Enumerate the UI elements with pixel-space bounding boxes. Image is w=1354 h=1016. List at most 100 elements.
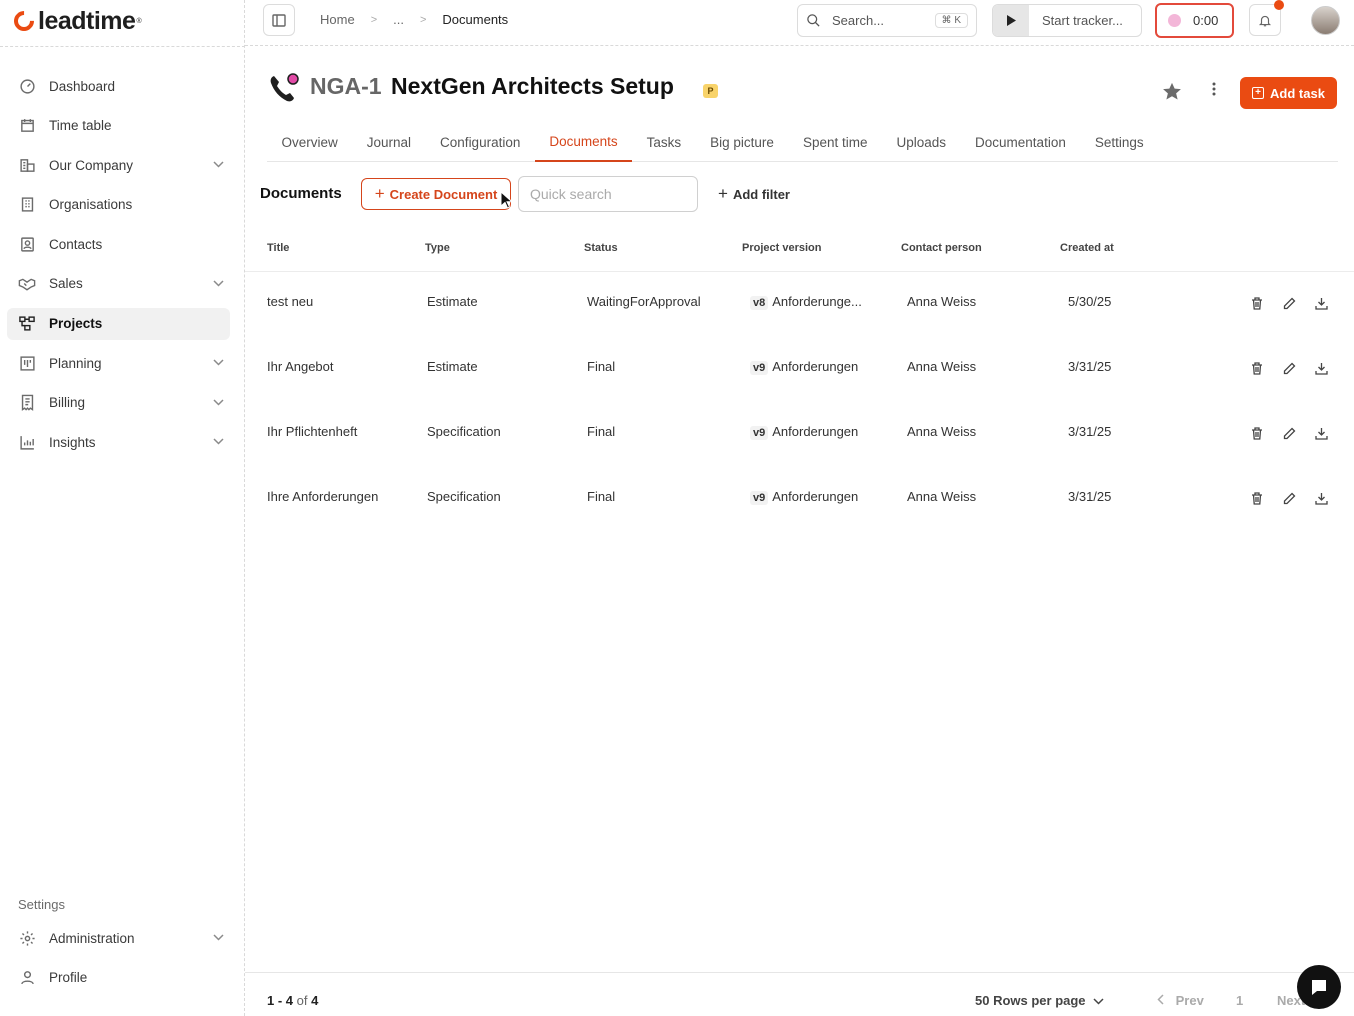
sidebar-item-insights[interactable]: Insights — [7, 426, 230, 458]
download-icon[interactable] — [1311, 293, 1331, 313]
rows-per-page-label: 50 Rows per page — [975, 993, 1086, 1008]
plus-icon: + — [374, 184, 385, 203]
trash-icon[interactable] — [1247, 423, 1267, 443]
chevron-down-icon[interactable] — [206, 357, 230, 369]
result-count: 1 - 4 of 4 — [267, 993, 318, 1008]
edit-pencil-icon[interactable] — [1279, 488, 1299, 508]
result-of: of — [296, 993, 308, 1008]
edit-pencil-icon[interactable] — [1279, 358, 1299, 378]
contact-card-icon — [18, 235, 36, 253]
trash-icon[interactable] — [1247, 488, 1267, 508]
sidebar-item-projects[interactable]: Projects — [7, 307, 230, 340]
prev-page-button[interactable]: Prev — [1157, 993, 1204, 1008]
cell-created-at: 3/31/25 — [1068, 489, 1112, 504]
sidebar-item-label: Billing — [49, 395, 86, 411]
chevron-down-icon[interactable] — [206, 436, 230, 448]
column-header-status[interactable]: Status — [584, 242, 618, 254]
page-number[interactable]: 1 — [1236, 993, 1243, 1008]
tab-big-picture[interactable]: Big picture — [696, 122, 789, 162]
download-icon[interactable] — [1311, 488, 1331, 508]
start-tracker-button[interactable]: Start tracker... — [992, 4, 1142, 37]
sidebar-item-label: Sales — [49, 276, 83, 292]
sidebar-item-administration[interactable]: Administration — [7, 922, 230, 954]
tab-overview[interactable]: Overview — [267, 122, 352, 162]
avatar[interactable] — [1311, 6, 1340, 35]
tab-configuration[interactable]: Configuration — [426, 122, 535, 162]
column-header-title[interactable]: Title — [267, 242, 289, 254]
sidebar-item-dashboard[interactable]: Dashboard — [7, 70, 230, 102]
cell-type: Specification — [427, 424, 501, 439]
chevron-down-icon[interactable] — [206, 159, 230, 171]
star-icon — [1163, 82, 1181, 100]
chat-button[interactable] — [1297, 965, 1341, 1009]
user-icon — [18, 969, 36, 987]
edit-pencil-icon[interactable] — [1279, 423, 1299, 443]
calendar-icon — [18, 117, 36, 135]
download-icon[interactable] — [1311, 358, 1331, 378]
logo-text: leadtime — [38, 6, 136, 35]
tab-settings[interactable]: Settings — [1080, 122, 1158, 162]
sidebar-toggle-button[interactable] — [263, 4, 295, 36]
column-header-type[interactable]: Type — [425, 242, 450, 254]
add-task-button[interactable]: + Add task — [1240, 77, 1337, 109]
version-badge: v9 — [750, 426, 769, 440]
chevron-down-icon[interactable] — [206, 932, 230, 944]
table-row[interactable]: Ihr Pflichtenheft Specification Final v9… — [245, 401, 1354, 466]
tab-documents[interactable]: Documents — [534, 122, 633, 162]
table-row[interactable]: test neu Estimate WaitingForApproval v8 A… — [245, 271, 1354, 336]
rows-per-page-select[interactable]: 50 Rows per page — [975, 993, 1104, 1008]
sidebar-item-contacts[interactable]: Contacts — [7, 228, 230, 260]
more-options-button[interactable] — [1206, 82, 1222, 101]
topbar: Home > ... > Documents Search... ⌘ K Sta… — [245, 0, 1354, 46]
timer-button[interactable]: 0:00 — [1155, 3, 1234, 38]
sidebar-item-our-company[interactable]: Our Company — [7, 149, 230, 181]
tab-journal[interactable]: Journal — [352, 122, 425, 162]
tab-documentation[interactable]: Documentation — [961, 122, 1081, 162]
sidebar-item-time-table[interactable]: Time table — [7, 110, 230, 142]
trash-icon[interactable] — [1247, 293, 1267, 313]
cell-type: Specification — [427, 489, 501, 504]
version-badge: v9 — [750, 491, 769, 505]
table-row[interactable]: Ihre Anforderungen Specification Final v… — [245, 466, 1354, 531]
quick-search-input[interactable] — [518, 176, 698, 212]
sidebar-item-label: Dashboard — [49, 78, 116, 94]
sidebar-item-planning[interactable]: Planning — [7, 347, 230, 379]
sidebar-item-profile[interactable]: Profile — [7, 962, 230, 994]
global-search-button[interactable]: Search... ⌘ K — [797, 4, 977, 37]
sidebar-item-label: Time table — [49, 118, 112, 134]
create-document-button[interactable]: + Create Document — [361, 178, 511, 210]
column-header-contact-person[interactable]: Contact person — [901, 242, 982, 254]
table-header: Title Type Status Project version Contac… — [245, 228, 1354, 272]
notifications-button[interactable] — [1249, 0, 1284, 36]
logo-mark-icon — [9, 6, 39, 36]
tab-uploads[interactable]: Uploads — [882, 122, 961, 162]
logo-divider — [0, 46, 245, 47]
table-row[interactable]: Ihr Angebot Estimate Final v9 Anforderung… — [245, 336, 1354, 401]
breadcrumb-home[interactable]: Home — [320, 12, 355, 27]
download-icon[interactable] — [1311, 423, 1331, 443]
column-header-project-version[interactable]: Project version — [742, 242, 821, 254]
tab-spent-time[interactable]: Spent time — [788, 122, 882, 162]
chevron-down-icon[interactable] — [206, 397, 230, 409]
recording-dot-icon — [1168, 14, 1181, 27]
add-filter-button[interactable]: + Add filter — [718, 184, 790, 204]
chevron-down-icon[interactable] — [206, 278, 230, 290]
trash-icon[interactable] — [1247, 358, 1267, 378]
edit-pencil-icon[interactable] — [1279, 293, 1299, 313]
sidebar-item-sales[interactable]: Sales — [7, 268, 230, 300]
logo[interactable]: leadtime ® — [9, 6, 142, 36]
sidebar-item-organisations[interactable]: Organisations — [7, 189, 230, 221]
version-name: Anforderungen — [772, 359, 859, 374]
tab-tasks[interactable]: Tasks — [632, 122, 696, 162]
sidebar-item-billing[interactable]: Billing — [7, 387, 230, 419]
cell-project-version: v8 Anforderunge... — [750, 294, 862, 310]
sidebar-item-label: Our Company — [49, 157, 134, 173]
chevron-left-icon — [1157, 993, 1164, 1008]
column-header-created-at[interactable]: Created at — [1060, 242, 1114, 254]
tracker-label: Start tracker... — [1042, 13, 1123, 28]
breadcrumb-ellipsis[interactable]: ... — [393, 12, 404, 27]
favorite-star-button[interactable] — [1162, 82, 1182, 107]
row-actions — [1247, 423, 1343, 443]
search-label: Search... — [832, 13, 885, 28]
result-total: 4 — [311, 993, 319, 1008]
